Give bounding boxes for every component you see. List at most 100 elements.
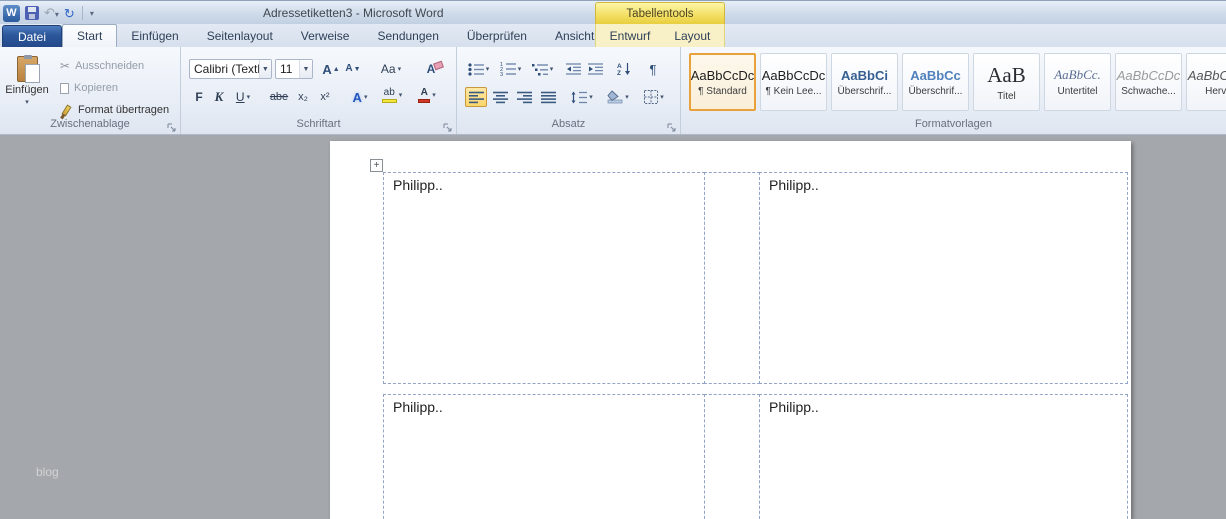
font-dialog-launcher[interactable] <box>442 120 453 132</box>
bold-button[interactable]: F <box>190 87 208 107</box>
align-right-button[interactable] <box>513 87 535 107</box>
subscript-label: x₂ <box>298 91 308 103</box>
justify-button[interactable] <box>537 87 559 107</box>
contextual-tab-background: Entwurf Layout <box>595 24 725 47</box>
clear-formatting-button[interactable]: A <box>419 59 443 79</box>
align-center-icon <box>492 91 508 103</box>
align-left-button[interactable] <box>465 87 487 107</box>
tab-einfuegen[interactable]: Einfügen <box>117 25 192 47</box>
paste-button[interactable]: Einfügen ▾ <box>4 51 50 117</box>
ribbon-tab-row: Datei Start Einfügen Seitenlayout Verwei… <box>0 24 1226 47</box>
document-page[interactable]: + Philipp.. Philipp.. Philipp.. Philipp.… <box>330 141 1131 519</box>
style-preview: AaBbCi <box>841 67 888 83</box>
label-cell-3[interactable]: Philipp.. <box>383 394 705 519</box>
copy-button[interactable]: Kopieren <box>57 78 121 98</box>
tab-datei[interactable]: Datei <box>2 25 63 47</box>
spacer-cell-row1[interactable] <box>704 172 760 384</box>
group-styles: AaBbCcDc ¶ Standard AaBbCcDc ¶ Kein Lee.… <box>681 47 1226 134</box>
grow-font-button[interactable]: A ▲ <box>321 59 341 79</box>
tab-entwurf[interactable]: Entwurf <box>598 25 663 47</box>
style-name: Titel <box>997 90 1016 102</box>
paste-dropdown-icon[interactable]: ▾ <box>25 98 29 106</box>
multilevel-list-button[interactable]: ▾ <box>529 59 556 79</box>
bullets-button[interactable]: ▾ <box>465 59 492 79</box>
style-preview: AaBbCc <box>910 67 961 83</box>
format-painter-button[interactable]: Format übertragen <box>57 100 172 120</box>
paste-label: Einfügen <box>5 84 49 96</box>
spacer-cell-row2[interactable] <box>704 394 760 519</box>
strikethrough-label: abe <box>269 91 289 103</box>
line-spacing-button[interactable]: ▾ <box>567 87 597 107</box>
document-area[interactable]: blog + Philipp.. Philipp.. Philipp.. Phi… <box>0 135 1226 519</box>
font-color-bar <box>418 98 431 103</box>
tab-seitenlayout[interactable]: Seitenlayout <box>193 25 287 47</box>
font-group-label: Schriftart <box>296 118 341 130</box>
font-name-dropdown-icon[interactable]: ▼ <box>258 60 271 78</box>
label-cell-4[interactable]: Philipp.. <box>759 394 1128 519</box>
style-name: ¶ Kein Lee... <box>765 85 822 97</box>
style-untertitel[interactable]: AaBbCc. Untertitel <box>1044 53 1111 111</box>
align-left-icon <box>468 91 484 103</box>
clipboard-dialog-launcher[interactable] <box>166 120 177 132</box>
style-kein-leerraum[interactable]: AaBbCcDc ¶ Kein Lee... <box>760 53 827 111</box>
font-size-value: 11 <box>280 62 293 76</box>
undo-icon[interactable]: ↶▾ <box>44 4 59 23</box>
label-cell-2[interactable]: Philipp.. <box>759 172 1128 384</box>
cell-text: Philipp.. <box>769 177 819 193</box>
highlight-color-button[interactable]: ab ▾ <box>377 85 407 105</box>
subscript-button[interactable]: x₂ <box>293 87 313 107</box>
tab-sendungen[interactable]: Sendungen <box>363 25 452 47</box>
pilcrow-label: ¶ <box>649 61 657 77</box>
style-hervorhebung[interactable]: AaBbCcDc Herv... <box>1186 53 1226 111</box>
superscript-button[interactable]: x² <box>315 87 335 107</box>
numbering-button[interactable]: 1 2 3 ▾ <box>497 59 524 79</box>
format-painter-icon <box>61 104 72 116</box>
customize-qat-icon[interactable]: ▾ <box>90 9 94 18</box>
sort-button[interactable]: AZ <box>613 59 635 79</box>
decrease-indent-button[interactable] <box>563 59 583 79</box>
change-case-button[interactable]: Aa ▾ <box>377 59 405 79</box>
styles-gallery: AaBbCcDc ¶ Standard AaBbCcDc ¶ Kein Lee.… <box>689 53 1226 111</box>
strikethrough-button[interactable]: abe <box>267 87 291 107</box>
grow-font-label: A <box>322 61 332 77</box>
font-size-dropdown-icon[interactable]: ▼ <box>299 60 312 78</box>
increase-indent-button[interactable] <box>585 59 605 79</box>
label-cell-1[interactable]: Philipp.. <box>383 172 705 384</box>
cell-text: Philipp.. <box>393 399 443 415</box>
table-move-handle[interactable]: + <box>370 159 383 172</box>
paragraph-dialog-launcher[interactable] <box>666 120 677 132</box>
style-schwache-hervorhebung[interactable]: AaBbCcDc Schwache... <box>1115 53 1182 111</box>
shading-button[interactable]: ▾ <box>603 87 633 107</box>
italic-label: K <box>214 89 224 104</box>
save-icon[interactable] <box>25 6 39 20</box>
watermark-text: blog <box>36 465 59 479</box>
cut-button[interactable]: ✂ Ausschneiden <box>57 56 147 76</box>
title-bar: W ↶▾ ↻ ▾ Adressetiketten3 - Microsoft Wo… <box>0 0 1226 25</box>
italic-button[interactable]: K <box>210 87 228 107</box>
shrink-font-button[interactable]: A ▼ <box>343 59 363 79</box>
highlight-label: ab <box>383 86 395 98</box>
underline-button[interactable]: U ▾ <box>230 87 256 107</box>
align-center-button[interactable] <box>489 87 511 107</box>
redo-icon[interactable]: ↻ <box>64 5 75 22</box>
font-color-button[interactable]: A ▾ <box>413 85 441 105</box>
style-ueberschrift-1[interactable]: AaBbCi Überschrif... <box>831 53 898 111</box>
tab-verweise[interactable]: Verweise <box>287 25 364 47</box>
style-standard[interactable]: AaBbCcDc ¶ Standard <box>689 53 756 111</box>
styles-group-label: Formatvorlagen <box>914 118 993 130</box>
copy-label: Kopieren <box>74 82 119 94</box>
qat-separator <box>81 6 83 20</box>
font-size-combo[interactable]: 11 ▼ <box>275 59 313 79</box>
text-effects-button[interactable]: A ▾ <box>347 87 373 107</box>
change-case-label: Aa <box>380 62 396 76</box>
style-ueberschrift-2[interactable]: AaBbCc Überschrif... <box>902 53 969 111</box>
font-name-combo[interactable]: Calibri (Textk ▼ <box>189 59 272 79</box>
tab-ueberpruefen[interactable]: Überprüfen <box>453 25 541 47</box>
tab-start[interactable]: Start <box>62 24 118 47</box>
show-formatting-marks-button[interactable]: ¶ <box>643 59 663 79</box>
borders-button[interactable]: ▾ <box>639 87 669 107</box>
style-titel[interactable]: AaB Titel <box>973 53 1040 111</box>
word-app-icon[interactable]: W <box>3 4 20 22</box>
tab-layout[interactable]: Layout <box>662 25 722 47</box>
paste-clipboard-icon <box>16 55 40 83</box>
